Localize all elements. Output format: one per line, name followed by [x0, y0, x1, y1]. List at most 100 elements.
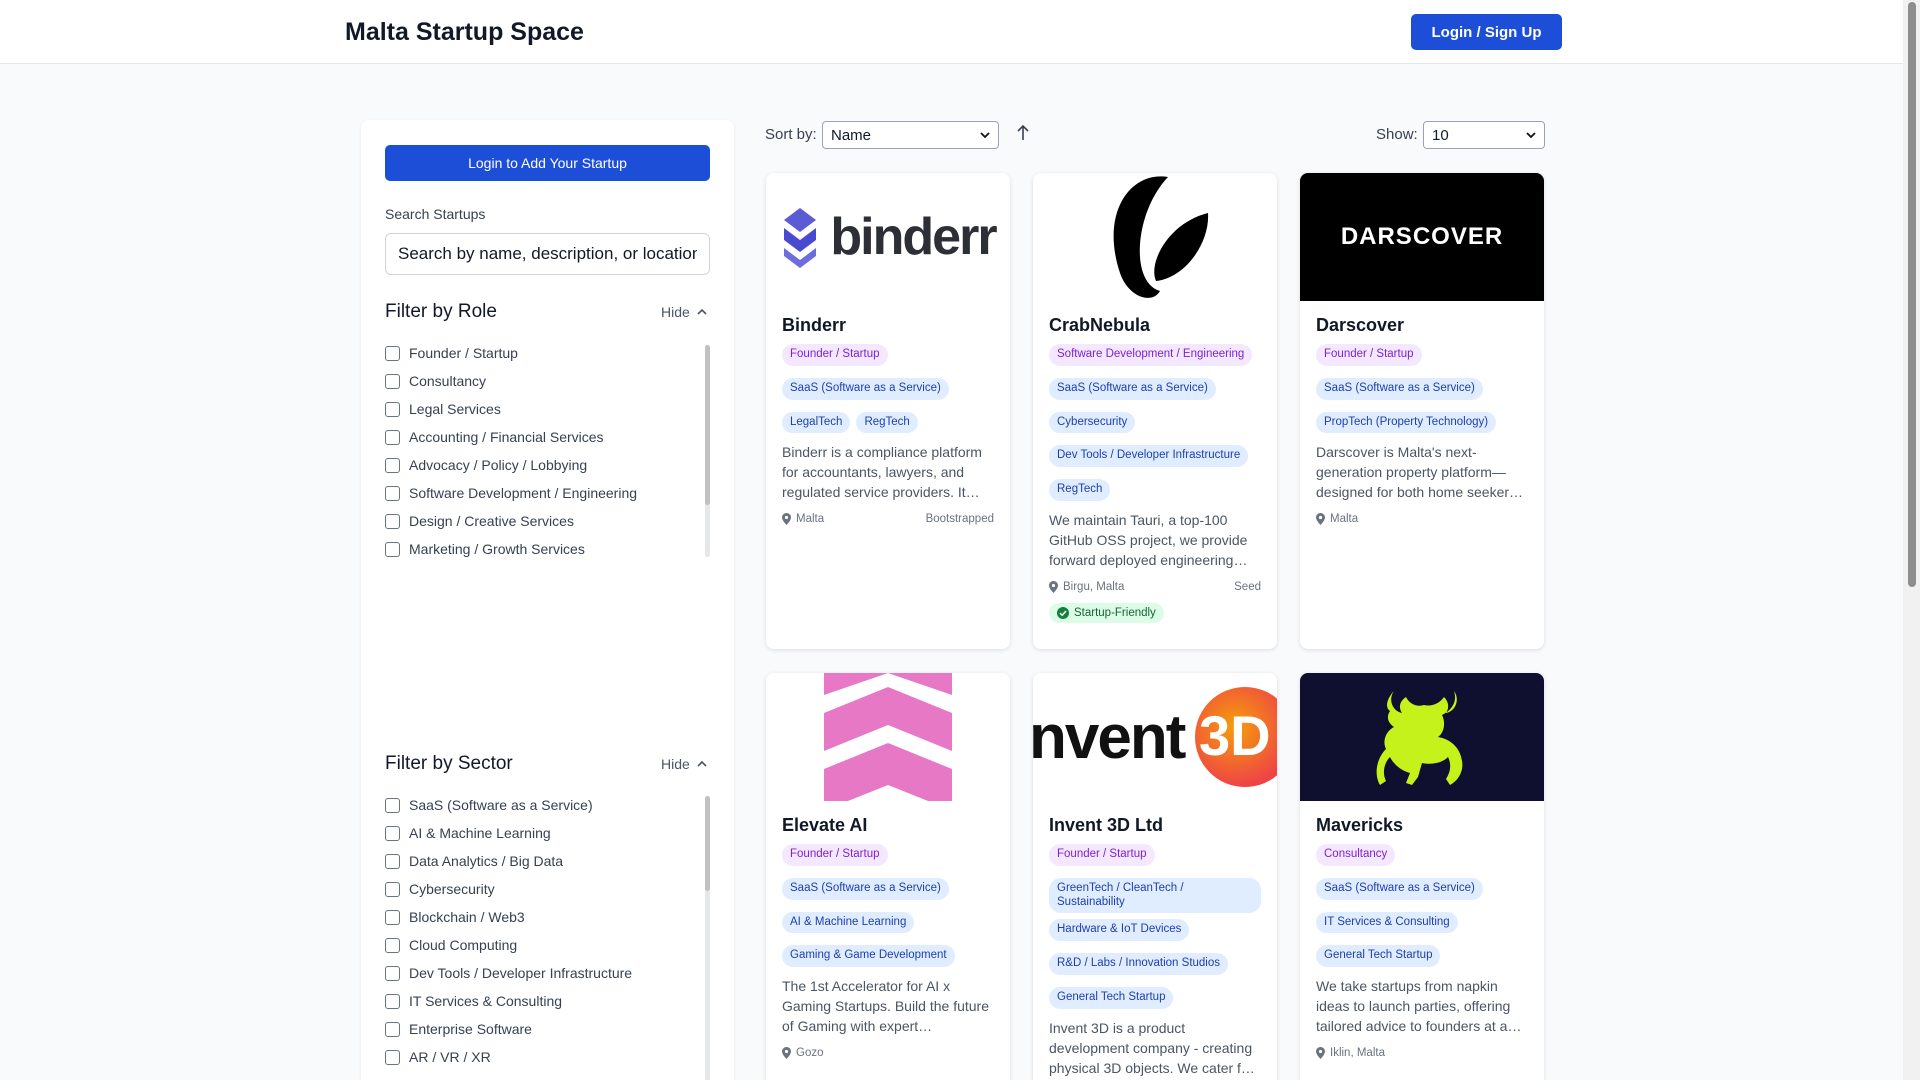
- startup-card[interactable]: CrabNebula Software Development / Engine…: [1033, 173, 1277, 649]
- role-tag: Founder / Startup: [1316, 344, 1422, 366]
- role-list-scrollbar[interactable]: [705, 345, 710, 557]
- role-hide-label: Hide: [661, 304, 690, 320]
- checkbox[interactable]: [385, 1049, 400, 1065]
- sector-label: Dev Tools / Developer Infrastructure: [409, 965, 633, 981]
- logo-wordmark: binderr: [830, 208, 997, 266]
- search-input[interactable]: [385, 233, 710, 275]
- page-scrollbar[interactable]: [1903, 0, 1920, 1080]
- sector-checkbox-item[interactable]: AR / VR / XR: [385, 1043, 725, 1071]
- sector-checkbox-item[interactable]: AI & Machine Learning: [385, 819, 725, 847]
- startup-name[interactable]: Elevate AI: [782, 815, 994, 836]
- checkbox[interactable]: [385, 541, 400, 557]
- startup-stage: Bootstrapped: [925, 513, 994, 526]
- sector-tag: R&D / Labs / Innovation Studios: [1049, 953, 1229, 975]
- role-label: Advocacy / Policy / Lobbying: [409, 457, 588, 473]
- role-checkbox-item[interactable]: Legal Services: [385, 395, 725, 423]
- location-pin-icon: [1316, 513, 1325, 526]
- startup-card[interactable]: nvent 3D Invent 3D Ltd Founder / Startup…: [1033, 673, 1277, 1080]
- login-signup-button[interactable]: Login / Sign Up: [1411, 14, 1562, 50]
- checkbox[interactable]: [385, 513, 400, 529]
- checkbox[interactable]: [385, 485, 400, 501]
- startup-description: Binderr is a compliance platform for acc…: [782, 444, 982, 501]
- sector-checkbox-item[interactable]: IT Services & Consulting: [385, 987, 725, 1015]
- sector-tag: Hardware & IoT Devices: [1049, 919, 1190, 942]
- sector-tag: Gaming & Game Development: [782, 945, 955, 968]
- checkbox[interactable]: [385, 345, 400, 361]
- sector-tag: General Tech Startup: [1049, 986, 1174, 1009]
- sector-checkbox-item[interactable]: Data Analytics / Big Data: [385, 847, 725, 875]
- role-checkbox-item[interactable]: Marketing / Growth Services: [385, 535, 725, 557]
- startup-location: Iklin, Malta: [1330, 1047, 1385, 1060]
- role-tag: Software Development / Engineering: [1049, 344, 1253, 366]
- role-filter-hide-toggle[interactable]: Hide: [661, 304, 708, 320]
- page-scrollbar-thumb[interactable]: [1908, 2, 1916, 587]
- sector-checkbox-item[interactable]: Dev Tools / Developer Infrastructure: [385, 959, 725, 987]
- checkbox[interactable]: [385, 881, 400, 897]
- sector-checkbox-item[interactable]: Cybersecurity: [385, 875, 725, 903]
- sector-checkbox-item[interactable]: Enterprise Software: [385, 1015, 725, 1043]
- chevron-up-icon: [697, 308, 707, 315]
- sector-filter-hide-toggle[interactable]: Hide: [661, 756, 708, 772]
- add-startup-button[interactable]: Login to Add Your Startup: [385, 145, 710, 181]
- startup-name[interactable]: Binderr: [782, 315, 994, 336]
- sector-list-scrollbar[interactable]: [705, 796, 710, 1080]
- sector-checklist: SaaS (Software as a Service) AI & Machine…: [385, 791, 725, 1080]
- checkbox[interactable]: [385, 993, 400, 1009]
- role-checkbox-item[interactable]: Consultancy: [385, 367, 725, 395]
- tag-list: Founder / Startup SaaS (Software as a Se…: [782, 844, 994, 968]
- sector-list-scrollbar-thumb[interactable]: [705, 796, 710, 891]
- startup-logo: [766, 673, 1010, 801]
- logo-wordmark: DARSCOVER: [1340, 223, 1504, 250]
- checkbox[interactable]: [385, 797, 400, 813]
- startup-name[interactable]: Invent 3D Ltd: [1049, 815, 1261, 836]
- checkbox[interactable]: [385, 909, 400, 925]
- location-pin-icon: [782, 1047, 791, 1060]
- checkbox[interactable]: [385, 965, 400, 981]
- brand-title[interactable]: Malta Startup Space: [345, 18, 584, 47]
- startup-name[interactable]: Mavericks: [1316, 815, 1528, 836]
- role-checkbox-item[interactable]: Advocacy / Policy / Lobbying: [385, 451, 725, 479]
- checkbox[interactable]: [385, 937, 400, 953]
- startup-card[interactable]: DARSCOVER Darscover Founder / Startup Sa…: [1300, 173, 1544, 649]
- checkbox[interactable]: [385, 429, 400, 445]
- sector-tag: SaaS (Software as a Service): [1316, 877, 1483, 900]
- startup-logo: [1300, 673, 1544, 801]
- startup-card[interactable]: binderr Binderr Founder / Startup SaaS (…: [766, 173, 1010, 649]
- role-checkbox-item[interactable]: Founder / Startup: [385, 339, 725, 367]
- checkbox[interactable]: [385, 853, 400, 869]
- checkbox[interactable]: [385, 1021, 400, 1037]
- logo-wordmark: nvent: [1033, 702, 1186, 772]
- role-list-scrollbar-thumb[interactable]: [705, 345, 710, 505]
- startup-name[interactable]: CrabNebula: [1049, 315, 1261, 336]
- page-size-select[interactable]: 10: [1423, 121, 1545, 149]
- sector-label: AI & Machine Learning: [409, 825, 551, 841]
- checkbox[interactable]: [385, 825, 400, 841]
- role-checkbox-item[interactable]: Design / Creative Services: [385, 507, 725, 535]
- sector-checkbox-item[interactable]: Cloud Computing: [385, 931, 725, 959]
- role-tag: Consultancy: [1316, 844, 1396, 866]
- role-label: Accounting / Financial Services: [409, 429, 604, 445]
- sector-checkbox-item[interactable]: SaaS (Software as a Service): [385, 791, 725, 819]
- role-label: Legal Services: [409, 401, 501, 417]
- sector-hide-label: Hide: [661, 756, 690, 772]
- role-checkbox-item[interactable]: Software Development / Engineering: [385, 479, 725, 507]
- sector-tag: General Tech Startup: [1316, 945, 1441, 968]
- checkbox[interactable]: [385, 373, 400, 389]
- sort-direction-arrow-up-icon[interactable]: [1015, 124, 1031, 142]
- role-tag: Founder / Startup: [1049, 844, 1155, 866]
- sector-label: Cloud Computing: [409, 937, 518, 953]
- startup-card[interactable]: Mavericks Consultancy SaaS (Software as …: [1300, 673, 1544, 1080]
- startup-logo: DARSCOVER: [1300, 173, 1544, 301]
- role-label: Consultancy: [409, 373, 487, 389]
- startup-description: Darscover is Malta's next-generation pro…: [1316, 444, 1524, 501]
- startup-card[interactable]: Elevate AI Founder / Startup SaaS (Softw…: [766, 673, 1010, 1080]
- sector-tag: RegTech: [1049, 479, 1111, 501]
- checkbox[interactable]: [385, 401, 400, 417]
- chevron-up-icon: [697, 760, 707, 767]
- checkbox[interactable]: [385, 457, 400, 473]
- sort-select[interactable]: Name: [822, 121, 999, 149]
- sector-checkbox-item[interactable]: Blockchain / Web3: [385, 903, 725, 931]
- startup-stage: Seed: [1234, 580, 1261, 593]
- role-checkbox-item[interactable]: Accounting / Financial Services: [385, 423, 725, 451]
- startup-name[interactable]: Darscover: [1316, 315, 1528, 336]
